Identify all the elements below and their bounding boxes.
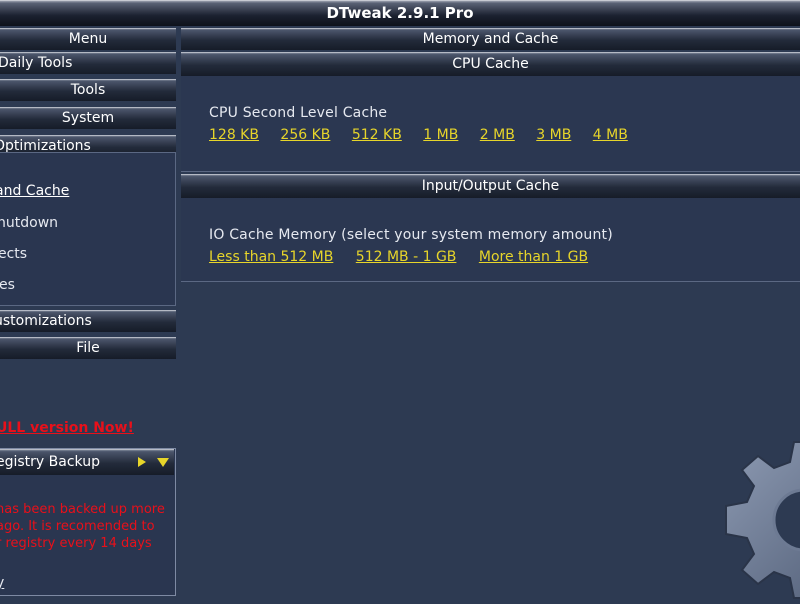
sub-item-effects[interactable]: ects xyxy=(0,246,27,262)
registry-backup-panel: egistry Backup has been backed up more a… xyxy=(0,448,176,596)
page-title-label: Memory and Cache xyxy=(422,31,559,47)
sidebar: Menu Daily Tools Tools System Optimizati… xyxy=(0,28,176,600)
menu-header: Menu xyxy=(0,28,176,50)
cpu-cache-section: CPU Second Level Cache 128 KB 256 KB 512… xyxy=(181,76,800,172)
io-cache-section: IO Cache Memory (select your system memo… xyxy=(181,198,800,282)
sidebar-button-label: Daily Tools xyxy=(0,55,73,71)
cpu-cache-label: CPU Second Level Cache xyxy=(209,105,388,121)
triangle-right-icon[interactable] xyxy=(138,457,146,467)
main-panel: Memory and Cache CPU Cache CPU Second Le… xyxy=(181,28,800,600)
cpu-cache-option-1mb[interactable]: 1 MB xyxy=(423,127,458,143)
io-cache-header: Input/Output Cache xyxy=(181,174,800,198)
sub-item-services[interactable]: es xyxy=(0,277,15,293)
io-cache-title: Input/Output Cache xyxy=(421,178,560,194)
sidebar-button-label: ustomizations xyxy=(0,313,92,329)
sidebar-button-tools[interactable]: Tools xyxy=(0,79,176,101)
registry-backup-title: egistry Backup xyxy=(0,454,100,470)
cpu-cache-header: CPU Cache xyxy=(181,52,800,76)
triangle-down-icon[interactable] xyxy=(157,458,169,467)
cpu-cache-option-256kb[interactable]: 256 KB xyxy=(280,127,330,143)
cpu-cache-option-128kb[interactable]: 128 KB xyxy=(209,127,259,143)
title-bar: DTweak 2.9.1 Pro xyxy=(0,0,800,26)
sidebar-button-system[interactable]: System xyxy=(0,107,176,129)
sub-item-shutdown[interactable]: hutdown xyxy=(0,215,58,231)
gear-icon xyxy=(720,440,800,604)
cpu-cache-option-4mb[interactable]: 4 MB xyxy=(593,127,628,143)
window-title: DTweak 2.9.1 Pro xyxy=(326,4,474,22)
io-cache-options: Less than 512 MB 512 MB - 1 GB More than… xyxy=(209,249,605,265)
sidebar-button-label: System xyxy=(61,110,115,126)
sidebar-button-customizations[interactable]: ustomizations xyxy=(0,310,176,332)
cpu-cache-option-512kb[interactable]: 512 KB xyxy=(352,127,402,143)
io-cache-option-more-1gb[interactable]: More than 1 GB xyxy=(479,249,588,265)
registry-backup-link[interactable]: y xyxy=(0,575,4,591)
sub-item-memory-and-cache[interactable]: and Cache xyxy=(0,183,69,199)
cpu-cache-option-2mb[interactable]: 2 MB xyxy=(480,127,515,143)
sidebar-button-label: Tools xyxy=(70,82,106,98)
registry-backup-message: has been backed up more ago. It is recom… xyxy=(0,502,165,551)
io-cache-label: IO Cache Memory (select your system memo… xyxy=(209,227,613,243)
sidebar-button-label: File xyxy=(76,340,100,356)
page-title: Memory and Cache xyxy=(181,28,800,50)
io-cache-option-less-512mb[interactable]: Less than 512 MB xyxy=(209,249,333,265)
io-cache-option-512mb-1gb[interactable]: 512 MB - 1 GB xyxy=(356,249,457,265)
buy-full-version-link[interactable]: ULL version Now! xyxy=(0,420,134,436)
cpu-cache-options: 128 KB 256 KB 512 KB 1 MB 2 MB 3 MB 4 MB xyxy=(209,127,645,143)
cpu-cache-title: CPU Cache xyxy=(452,56,529,72)
optimizations-subpanel: and Cache hutdown ects es xyxy=(0,152,176,306)
sidebar-button-file[interactable]: File xyxy=(0,337,176,359)
registry-backup-header[interactable]: egistry Backup xyxy=(0,449,174,475)
sidebar-button-daily-tools[interactable]: Daily Tools xyxy=(0,52,176,74)
cpu-cache-option-3mb[interactable]: 3 MB xyxy=(536,127,571,143)
menu-label: Menu xyxy=(68,31,108,47)
